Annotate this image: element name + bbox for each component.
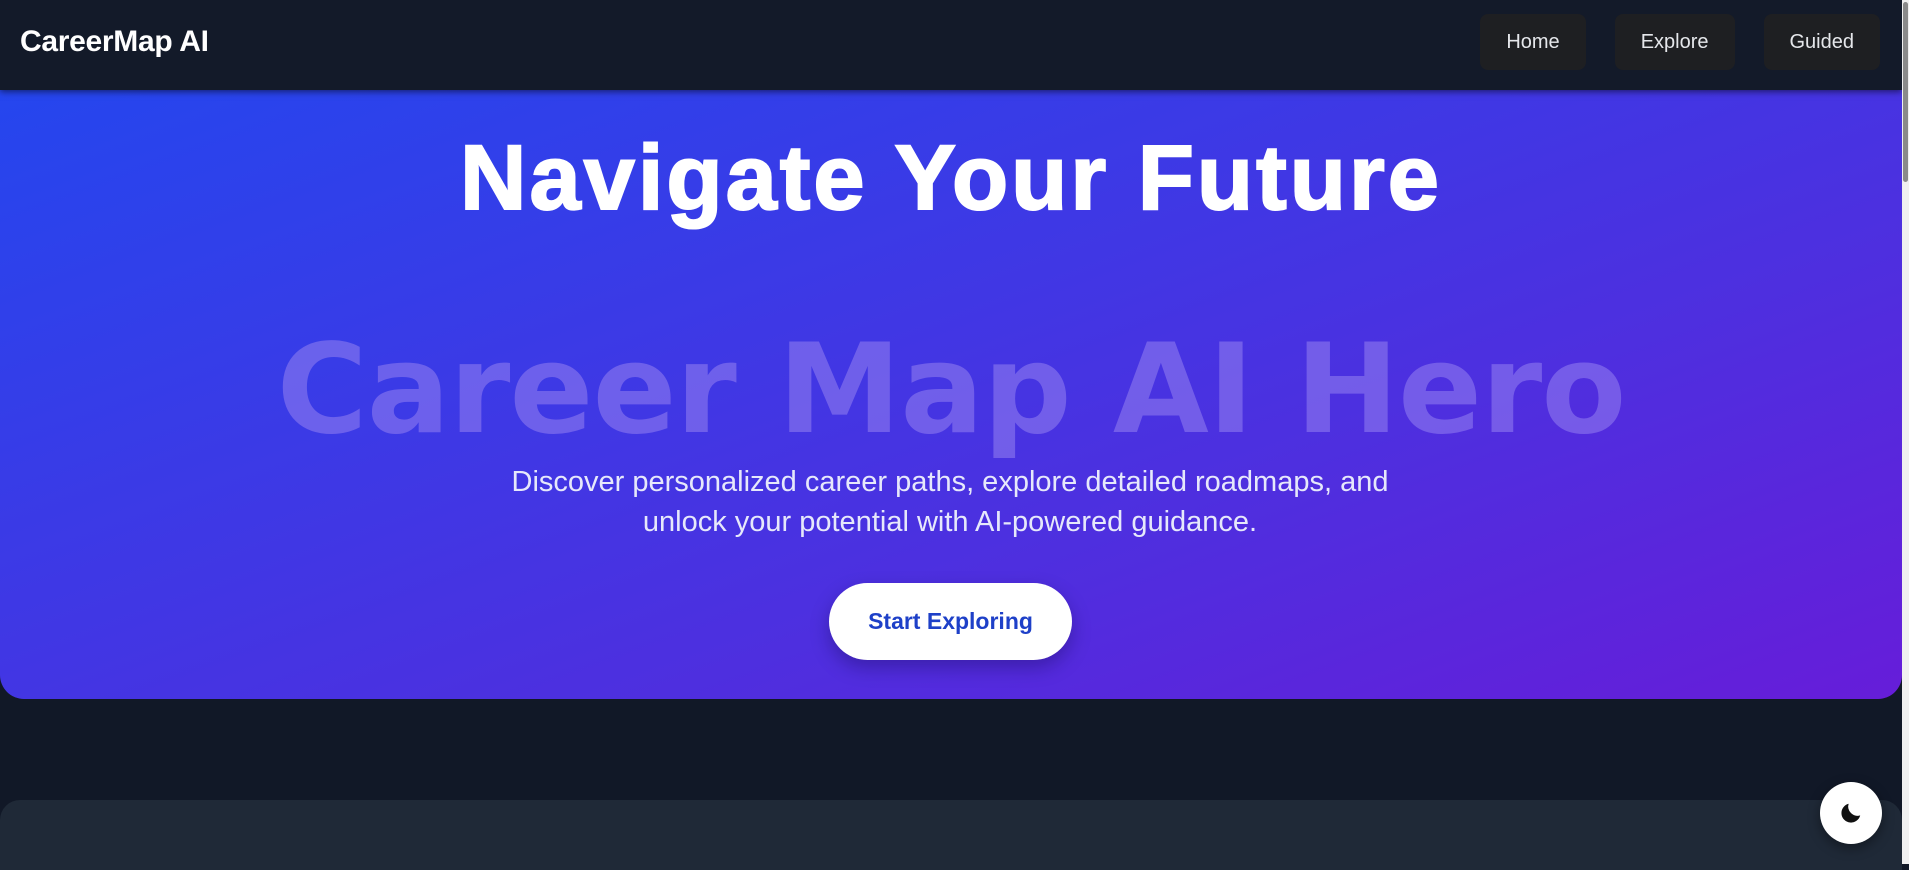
scrollbar-thumb[interactable] [1903,2,1908,182]
content-panel [0,800,1902,870]
page-scrollbar[interactable] [1902,0,1909,864]
nav-guided-button[interactable]: Guided [1763,14,1880,70]
hero-section: Navigate Your Future Career Map AI Hero … [0,90,1902,699]
start-exploring-button[interactable]: Start Exploring [829,583,1072,660]
top-navigation-bar: CareerMap AI Home Explore Guided [0,0,1902,90]
hero-title: Navigate Your Future [459,126,1442,230]
brand-logo-text[interactable]: CareerMap AI [20,0,209,84]
nav-menu: Home Explore Guided [1480,14,1880,70]
moon-icon [1841,803,1861,823]
hero-subtitle-line-2: unlock your potential with AI-powered gu… [642,506,1258,538]
nav-explore-button[interactable]: Explore [1614,14,1735,70]
hero-image-alt-text: Career Map AI Hero [276,318,1627,462]
theme-toggle-button[interactable] [1820,782,1882,844]
hero-subtitle-line-1: Discover personalized career paths, expl… [511,466,1389,498]
nav-home-button[interactable]: Home [1480,14,1586,70]
hero-subtitle: Discover personalized career paths, expl… [450,462,1450,542]
